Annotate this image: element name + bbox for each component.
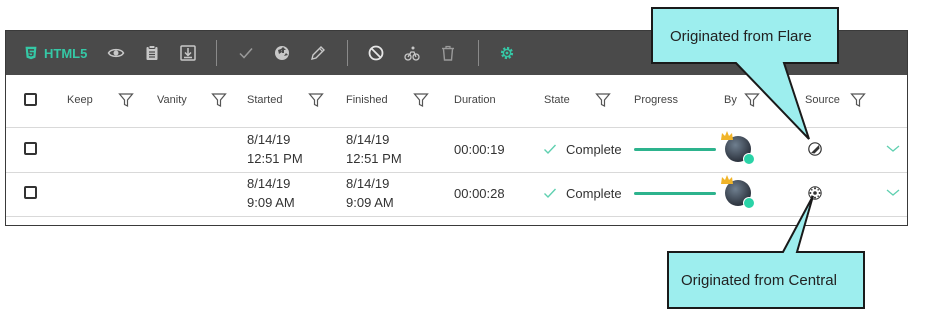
callout-flare-text: Originated from Flare <box>670 28 812 45</box>
callouts-layer <box>651 7 865 309</box>
callout-central-text: Originated from Central <box>681 272 837 289</box>
callout-central-shape <box>667 195 865 309</box>
